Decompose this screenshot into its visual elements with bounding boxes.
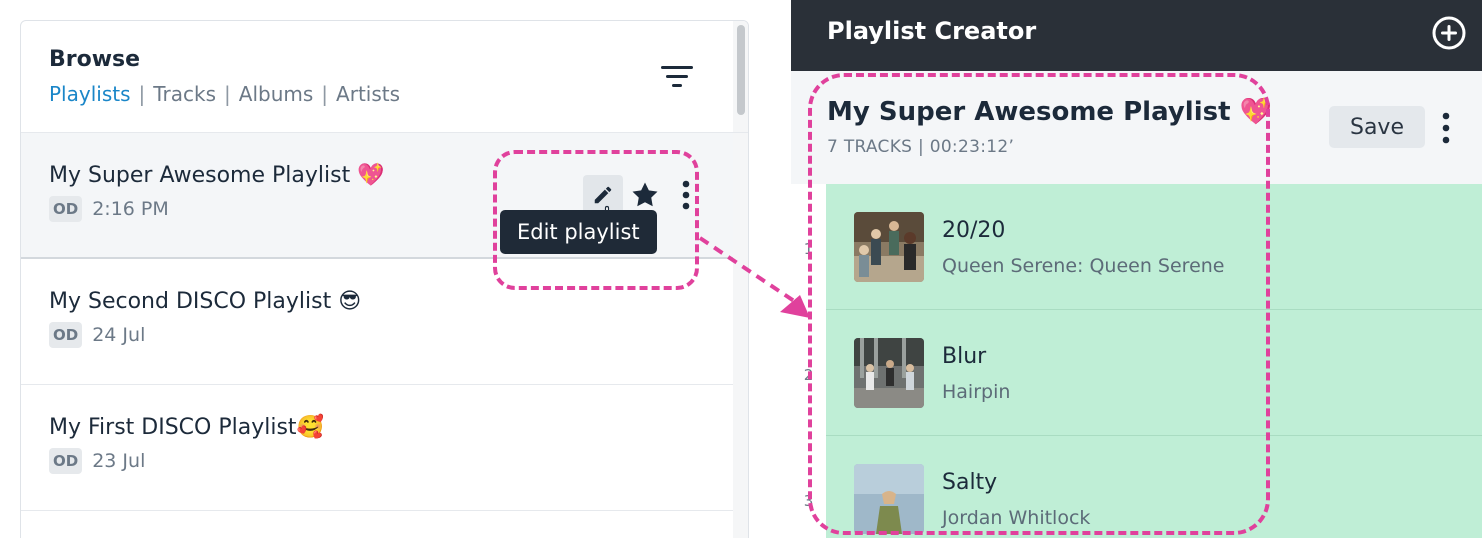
browse-title: Browse [49, 47, 141, 72]
playlist-name: My First DISCO Playlist🥰 [49, 415, 324, 440]
tab-separator: | [138, 82, 146, 106]
tab-playlists[interactable]: Playlists [49, 82, 131, 106]
track-artist: Hairpin [942, 381, 1011, 403]
track-row[interactable]: 1 20/20 Queen Serene: Queen Serene [791, 184, 1482, 310]
more-options-button[interactable] [671, 175, 701, 215]
track-number: 1 [803, 240, 814, 258]
kebab-icon[interactable] [1434, 111, 1458, 145]
owner-badge: OD [49, 448, 83, 474]
track-item[interactable]: Blur Hairpin [826, 310, 1482, 436]
playlist-creator-panel: Playlist Creator My Super Awesome Playli… [791, 0, 1482, 538]
edit-playlist-tooltip: Edit playlist [500, 210, 657, 254]
tab-artists[interactable]: Artists [336, 82, 400, 106]
track-row[interactable]: 3 Salty Jordan Whitlock [791, 436, 1482, 538]
track-item[interactable]: 20/20 Queen Serene: Queen Serene [826, 184, 1482, 310]
save-button[interactable]: Save [1329, 106, 1425, 148]
star-icon [632, 182, 658, 207]
kebab-icon [682, 180, 690, 210]
track-item[interactable]: Salty Jordan Whitlock [826, 436, 1482, 538]
playlist-row[interactable]: My First DISCO Playlist🥰 OD 23 Jul [21, 385, 733, 511]
track-row[interactable]: 2 Blur Hairpin [791, 310, 1482, 436]
plus-circle-icon[interactable] [1432, 16, 1466, 50]
pencil-icon [594, 186, 612, 204]
playlist-date: 23 Jul [92, 450, 146, 472]
creator-header: Playlist Creator [791, 0, 1482, 71]
playlist-meta: OD 24 Jul [49, 322, 733, 348]
edit-playlist-button[interactable] [583, 175, 623, 227]
track-number: 3 [803, 492, 814, 510]
tab-tracks[interactable]: Tracks [153, 82, 216, 106]
track-title: Salty [942, 470, 998, 495]
favorite-button[interactable] [625, 175, 665, 215]
track-title: 20/20 [942, 218, 1006, 243]
track-artist: Queen Serene: Queen Serene [942, 255, 1225, 277]
album-art [854, 464, 924, 534]
browse-panel: Browse Playlists | Tracks | Albums | Art… [20, 20, 749, 538]
track-title: Blur [942, 344, 987, 369]
owner-badge: OD [49, 322, 83, 348]
tab-separator: | [321, 82, 329, 106]
owner-badge: OD [49, 196, 83, 222]
playlist-meta: OD 23 Jul [49, 448, 733, 474]
track-number: 2 [803, 366, 814, 384]
album-art [854, 212, 924, 282]
track-artist: Jordan Whitlock [942, 507, 1091, 529]
tab-separator: | [224, 82, 231, 106]
playlist-date: 24 Jul [92, 324, 146, 346]
playlist-date: 2:16 PM [92, 198, 169, 220]
creator-title: Playlist Creator [827, 17, 1037, 45]
browse-tabs: Playlists | Tracks | Albums | Artists [49, 82, 748, 106]
browse-header: Browse Playlists | Tracks | Albums | Art… [21, 21, 748, 133]
playlist-row[interactable]: My Second DISCO Playlist 😎 OD 24 Jul [21, 259, 733, 385]
track-list: 1 20/20 Queen Serene: Queen Serene 2 Blu… [791, 184, 1482, 538]
playlist-name: My Second DISCO Playlist 😎 [49, 289, 362, 314]
row-actions [583, 175, 701, 227]
filter-icon[interactable] [660, 63, 694, 91]
playlist-header: My Super Awesome Playlist 💖 7 TRACKS | 0… [791, 71, 1482, 184]
album-art [854, 338, 924, 408]
tab-albums[interactable]: Albums [239, 82, 314, 106]
